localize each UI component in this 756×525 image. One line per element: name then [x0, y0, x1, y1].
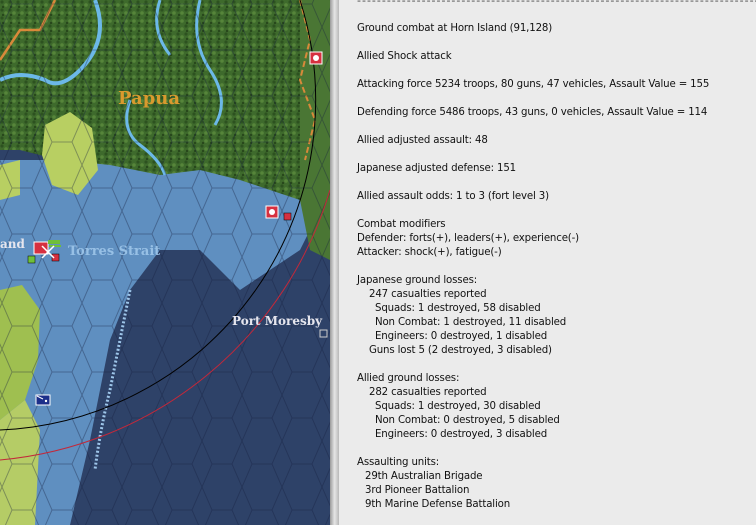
defending-force: Defending force 5486 troops, 43 guns, 0 … — [357, 107, 708, 118]
combat-report-panel[interactable]: ----------------------------------------… — [339, 0, 756, 525]
island-label-fragment: and — [0, 237, 26, 251]
modifiers-header: Combat modifiers — [357, 219, 446, 230]
japanese-unit-marker[interactable] — [309, 51, 323, 65]
japanese-guns-lost: Guns lost 5 (2 destroyed, 3 disabled) — [369, 345, 552, 356]
japanese-squads: Squads: 1 destroyed, 58 disabled — [375, 303, 541, 314]
japanese-losses-header: Japanese ground losses: — [357, 275, 478, 286]
assaulting-units-header: Assaulting units: — [357, 457, 440, 468]
attack-type: Allied Shock attack — [357, 51, 452, 62]
japanese-non-combat: Non Combat: 1 destroyed, 11 disabled — [375, 317, 567, 328]
allied-losses-header: Allied ground losses: — [357, 373, 460, 384]
torres-strait-label: Torres Strait — [68, 244, 160, 259]
base-marker[interactable] — [319, 329, 328, 338]
japanese-casualties: 247 casualties reported — [369, 289, 487, 300]
report-title: Ground combat at Horn Island (91,128) — [357, 23, 553, 34]
allied-casualties: 282 casualties reported — [369, 387, 487, 398]
allied-unit-marker[interactable] — [35, 394, 51, 406]
report-separator: ----------------------------------------… — [357, 0, 756, 6]
game-map[interactable]: Papua Torres Strait Port Moresby and — [0, 0, 330, 525]
allied-non-combat: Non Combat: 0 destroyed, 5 disabled — [375, 415, 560, 426]
allied-adjusted-assault: Allied adjusted assault: 48 — [357, 135, 488, 146]
japanese-engineers: Engineers: 0 destroyed, 1 disabled — [375, 331, 548, 342]
port-moresby-label: Port Moresby — [232, 314, 323, 328]
papua-label: Papua — [118, 88, 180, 109]
allied-squads: Squads: 1 destroyed, 30 disabled — [375, 401, 541, 412]
assaulting-unit[interactable]: 29th Australian Brigade — [357, 470, 709, 484]
assault-odds: Allied assault odds: 1 to 3 (fort level … — [357, 191, 549, 202]
japanese-adjusted-defense: Japanese adjusted defense: 151 — [357, 163, 517, 174]
attacker-modifiers: Attacker: shock(+), fatigue(-) — [357, 247, 502, 258]
allied-engineers: Engineers: 0 destroyed, 3 disabled — [375, 429, 548, 440]
assaulting-unit[interactable]: 3rd Pioneer Battalion — [357, 484, 709, 498]
defender-modifiers: Defender: forts(+), leaders(+), experien… — [357, 233, 579, 244]
attacking-force: Attacking force 5234 troops, 80 guns, 47… — [357, 79, 710, 90]
panel-divider[interactable] — [330, 0, 339, 525]
assaulting-unit[interactable]: 9th Marine Defense Battalion — [357, 498, 709, 512]
hex-grid — [0, 0, 330, 525]
